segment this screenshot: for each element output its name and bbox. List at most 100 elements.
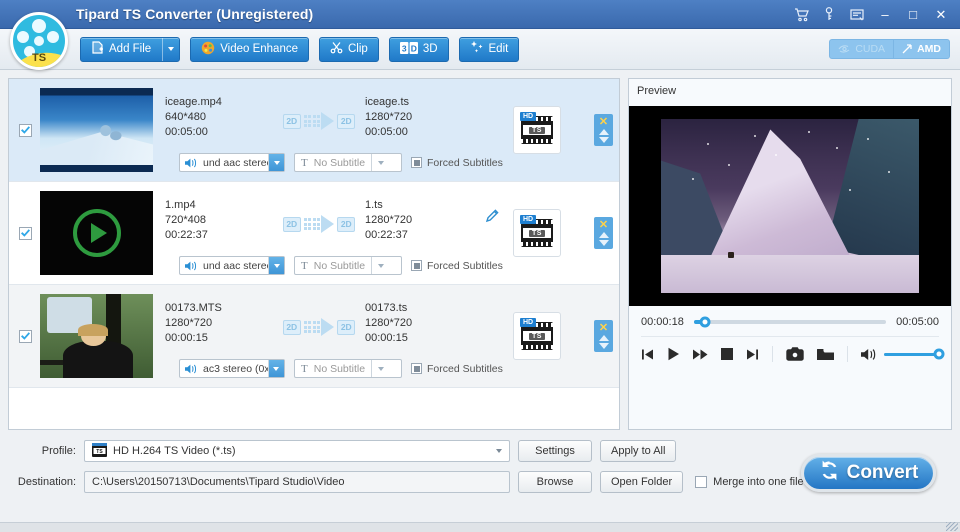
amd-badge[interactable]: AMD [894, 39, 950, 59]
resize-grip[interactable] [946, 522, 958, 531]
app-title: Tipard TS Converter (Unregistered) [76, 6, 314, 22]
edit-pencil-icon[interactable] [485, 208, 509, 226]
audio-dropdown-arrow[interactable] [268, 257, 284, 274]
output-format-button[interactable]: HD TS [513, 312, 561, 360]
subtitle-value: No Subtitle [313, 259, 366, 272]
table-row[interactable]: 00173.MTS 1280*720 00:00:15 2D 2D 00173.… [9, 285, 619, 388]
subtitle-dropdown-arrow[interactable] [371, 360, 389, 377]
app-window: Tipard TS Converter (Unregistered) – □ ✕ [0, 0, 960, 532]
output-format-button[interactable]: HD TS [513, 209, 561, 257]
video-enhance-label: Video Enhance [220, 43, 298, 55]
forced-subtitles-checkbox[interactable]: Forced Subtitles [411, 260, 503, 272]
video-enhance-button[interactable]: Video Enhance [190, 36, 309, 62]
subtitle-select[interactable]: T No Subtitle [294, 256, 402, 275]
minimize-button[interactable]: – [872, 4, 898, 26]
source-filename: iceage.mp4 [165, 96, 222, 108]
subtitle-select[interactable]: T No Subtitle [294, 359, 402, 378]
close-button[interactable]: ✕ [928, 4, 954, 26]
row-checkbox[interactable] [19, 123, 32, 137]
cart-icon[interactable] [788, 4, 814, 26]
output-resolution: 1280*720 [365, 214, 413, 226]
clip-button[interactable]: Clip [319, 36, 379, 62]
remove-row-button[interactable]: ✕ [599, 220, 608, 231]
seek-slider[interactable] [693, 316, 887, 328]
move-down-button[interactable] [598, 137, 609, 143]
edit-button[interactable]: Edit [458, 36, 520, 62]
open-folder-bottom-button[interactable]: Open Folder [600, 471, 684, 493]
key-icon[interactable] [816, 4, 842, 26]
output-format-button[interactable]: HD TS [513, 106, 561, 154]
move-up-button[interactable] [598, 335, 609, 341]
output-info: iceage.ts 1280*720 00:05:00 [365, 95, 485, 140]
remove-row-button[interactable]: ✕ [599, 117, 608, 128]
add-file-button[interactable]: Add File [80, 36, 181, 62]
preview-video[interactable] [629, 106, 951, 306]
profile-dropdown-arrow[interactable] [489, 441, 509, 461]
remove-row-button[interactable]: ✕ [599, 323, 608, 334]
stop-button[interactable] [721, 348, 733, 360]
forced-subtitles-checkbox[interactable]: Forced Subtitles [411, 363, 503, 375]
speaker-icon [185, 364, 197, 374]
move-down-button[interactable] [598, 343, 609, 349]
subtitle-select[interactable]: T No Subtitle [294, 153, 402, 172]
convert-button[interactable]: Convert [801, 454, 936, 492]
forced-subtitles-box [411, 260, 422, 271]
dimension-converter: 2D 2D [273, 318, 365, 336]
play-button[interactable] [667, 347, 680, 361]
profile-select[interactable]: TS HD H.264 TS Video (*.ts) [84, 440, 510, 462]
next-button[interactable] [746, 348, 759, 361]
audio-track-select[interactable]: und aac stereo [179, 153, 285, 172]
fast-forward-button[interactable] [693, 348, 708, 361]
source-resolution: 720*408 [165, 214, 206, 226]
audio-track-value: und aac stereo [203, 156, 269, 169]
add-file-dropdown[interactable] [162, 37, 179, 61]
titlebar-controls: – □ ✕ [788, 0, 954, 29]
three-d-button[interactable]: 3 D 3D [388, 36, 449, 62]
move-up-button[interactable] [598, 129, 609, 135]
source-resolution: 1280*720 [165, 317, 213, 329]
table-row[interactable]: 1.mp4 720*408 00:22:37 2D 2D 1.ts 1280*7… [9, 182, 619, 285]
snapshot-button[interactable] [786, 347, 804, 361]
audio-track-select[interactable]: und aac stereo [179, 256, 285, 275]
previous-button[interactable] [641, 348, 654, 361]
merge-checkbox-box [695, 476, 708, 488]
row-checkbox[interactable] [19, 329, 32, 343]
move-down-button[interactable] [598, 240, 609, 246]
forced-subtitles-checkbox[interactable]: Forced Subtitles [411, 157, 503, 169]
subtitle-dropdown-arrow[interactable] [371, 154, 389, 171]
control-divider [847, 346, 848, 362]
three-d-icon: 3 D [399, 41, 418, 57]
maximize-button[interactable]: □ [900, 4, 926, 26]
settings-button[interactable]: Settings [518, 440, 592, 462]
open-folder-button[interactable] [817, 348, 834, 361]
table-row[interactable]: iceage.mp4 640*480 00:05:00 2D 2D iceage… [9, 79, 619, 182]
volume-slider[interactable] [884, 348, 945, 360]
register-icon[interactable] [844, 4, 870, 26]
subtitle-dropdown-arrow[interactable] [371, 257, 389, 274]
audio-track-select[interactable]: ac3 stereo (0x [179, 359, 285, 378]
volume-handle[interactable] [933, 348, 945, 360]
move-up-button[interactable] [598, 232, 609, 238]
row-checkbox[interactable] [19, 226, 32, 240]
source-filename: 00173.MTS [165, 302, 222, 314]
audio-dropdown-arrow[interactable] [268, 154, 284, 171]
ts-label: TS [529, 332, 545, 340]
preview-frame [661, 119, 919, 293]
output-duration: 00:00:15 [365, 332, 408, 344]
volume-icon[interactable] [861, 348, 877, 361]
destination-input[interactable]: C:\Users\20150713\Documents\Tipard Studi… [84, 471, 510, 493]
apply-to-all-button[interactable]: Apply to All [600, 440, 677, 462]
cuda-badge[interactable]: CUDA [829, 39, 895, 59]
svg-text:D: D [411, 43, 417, 53]
title-bar: Tipard TS Converter (Unregistered) – □ ✕ [0, 0, 960, 29]
forced-subtitles-box [411, 157, 422, 168]
seek-handle[interactable] [699, 316, 711, 328]
output-filename: 1.ts [365, 199, 383, 211]
merge-checkbox[interactable]: Merge into one file [695, 476, 804, 488]
browse-button[interactable]: Browse [518, 471, 592, 493]
toolbar: Add File Video Enhance Clip 3 D 3D Edit … [0, 29, 960, 70]
audio-dropdown-arrow[interactable] [267, 360, 284, 377]
dimension-converter: 2D 2D [273, 112, 365, 130]
current-time: 00:00:18 [641, 316, 684, 328]
row-track-controls: und aac stereo T No Subtitle Forced Subt… [179, 153, 503, 172]
